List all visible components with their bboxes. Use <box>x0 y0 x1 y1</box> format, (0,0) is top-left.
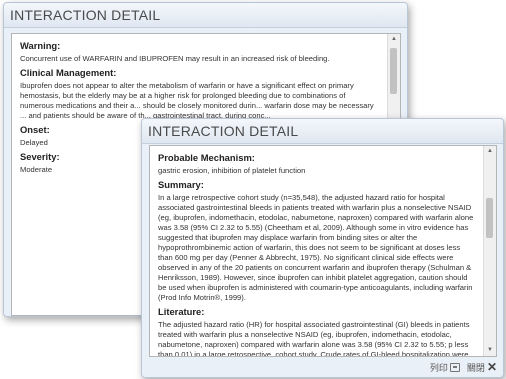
scroll-down-icon[interactable]: ▼ <box>484 345 496 356</box>
section-heading: Clinical Management: <box>20 67 117 78</box>
window-title: INTERACTION DETAIL <box>4 3 407 28</box>
section-heading: Probable Mechanism: <box>158 152 255 163</box>
scroll-thumb[interactable] <box>486 198 493 238</box>
interaction-detail-window-front: INTERACTION DETAIL Probable Mechanism: g… <box>141 118 504 378</box>
section-text: Concurrent use of WARFARIN and IBUPROFEN… <box>20 54 330 63</box>
close-icon: ✕ <box>486 360 497 374</box>
section-text: In a large retrospective cohort study (n… <box>158 193 474 302</box>
printer-icon <box>449 362 460 372</box>
section-text: The adjusted hazard ratio (HR) for hospi… <box>158 320 470 357</box>
section-heading: Literature: <box>158 306 205 317</box>
section-text: gastric erosion, inhibition of platelet … <box>158 166 306 175</box>
print-label: 列印 <box>429 362 448 373</box>
print-button[interactable]: 列印 <box>430 361 460 374</box>
detail-pane: Probable Mechanism: gastric erosion, inh… <box>149 145 497 357</box>
scroll-up-icon[interactable]: ▲ <box>388 34 400 45</box>
scroll-thumb[interactable] <box>390 48 397 94</box>
scroll-up-icon[interactable]: ▲ <box>484 146 496 157</box>
window-footer: 列印 關閉 ✕ <box>430 360 497 374</box>
section-heading: Summary: <box>158 179 204 190</box>
scrollbar[interactable]: ▲ ▼ <box>483 146 496 356</box>
section-heading: Warning: <box>20 40 61 51</box>
close-button[interactable]: 關閉 ✕ <box>467 361 497 374</box>
section-text: Ibuprofen does not appear to alter the m… <box>20 81 374 120</box>
detail-content: Probable Mechanism: gastric erosion, inh… <box>150 146 483 357</box>
close-label: 關閉 <box>466 362 485 373</box>
window-title: INTERACTION DETAIL <box>142 119 503 144</box>
